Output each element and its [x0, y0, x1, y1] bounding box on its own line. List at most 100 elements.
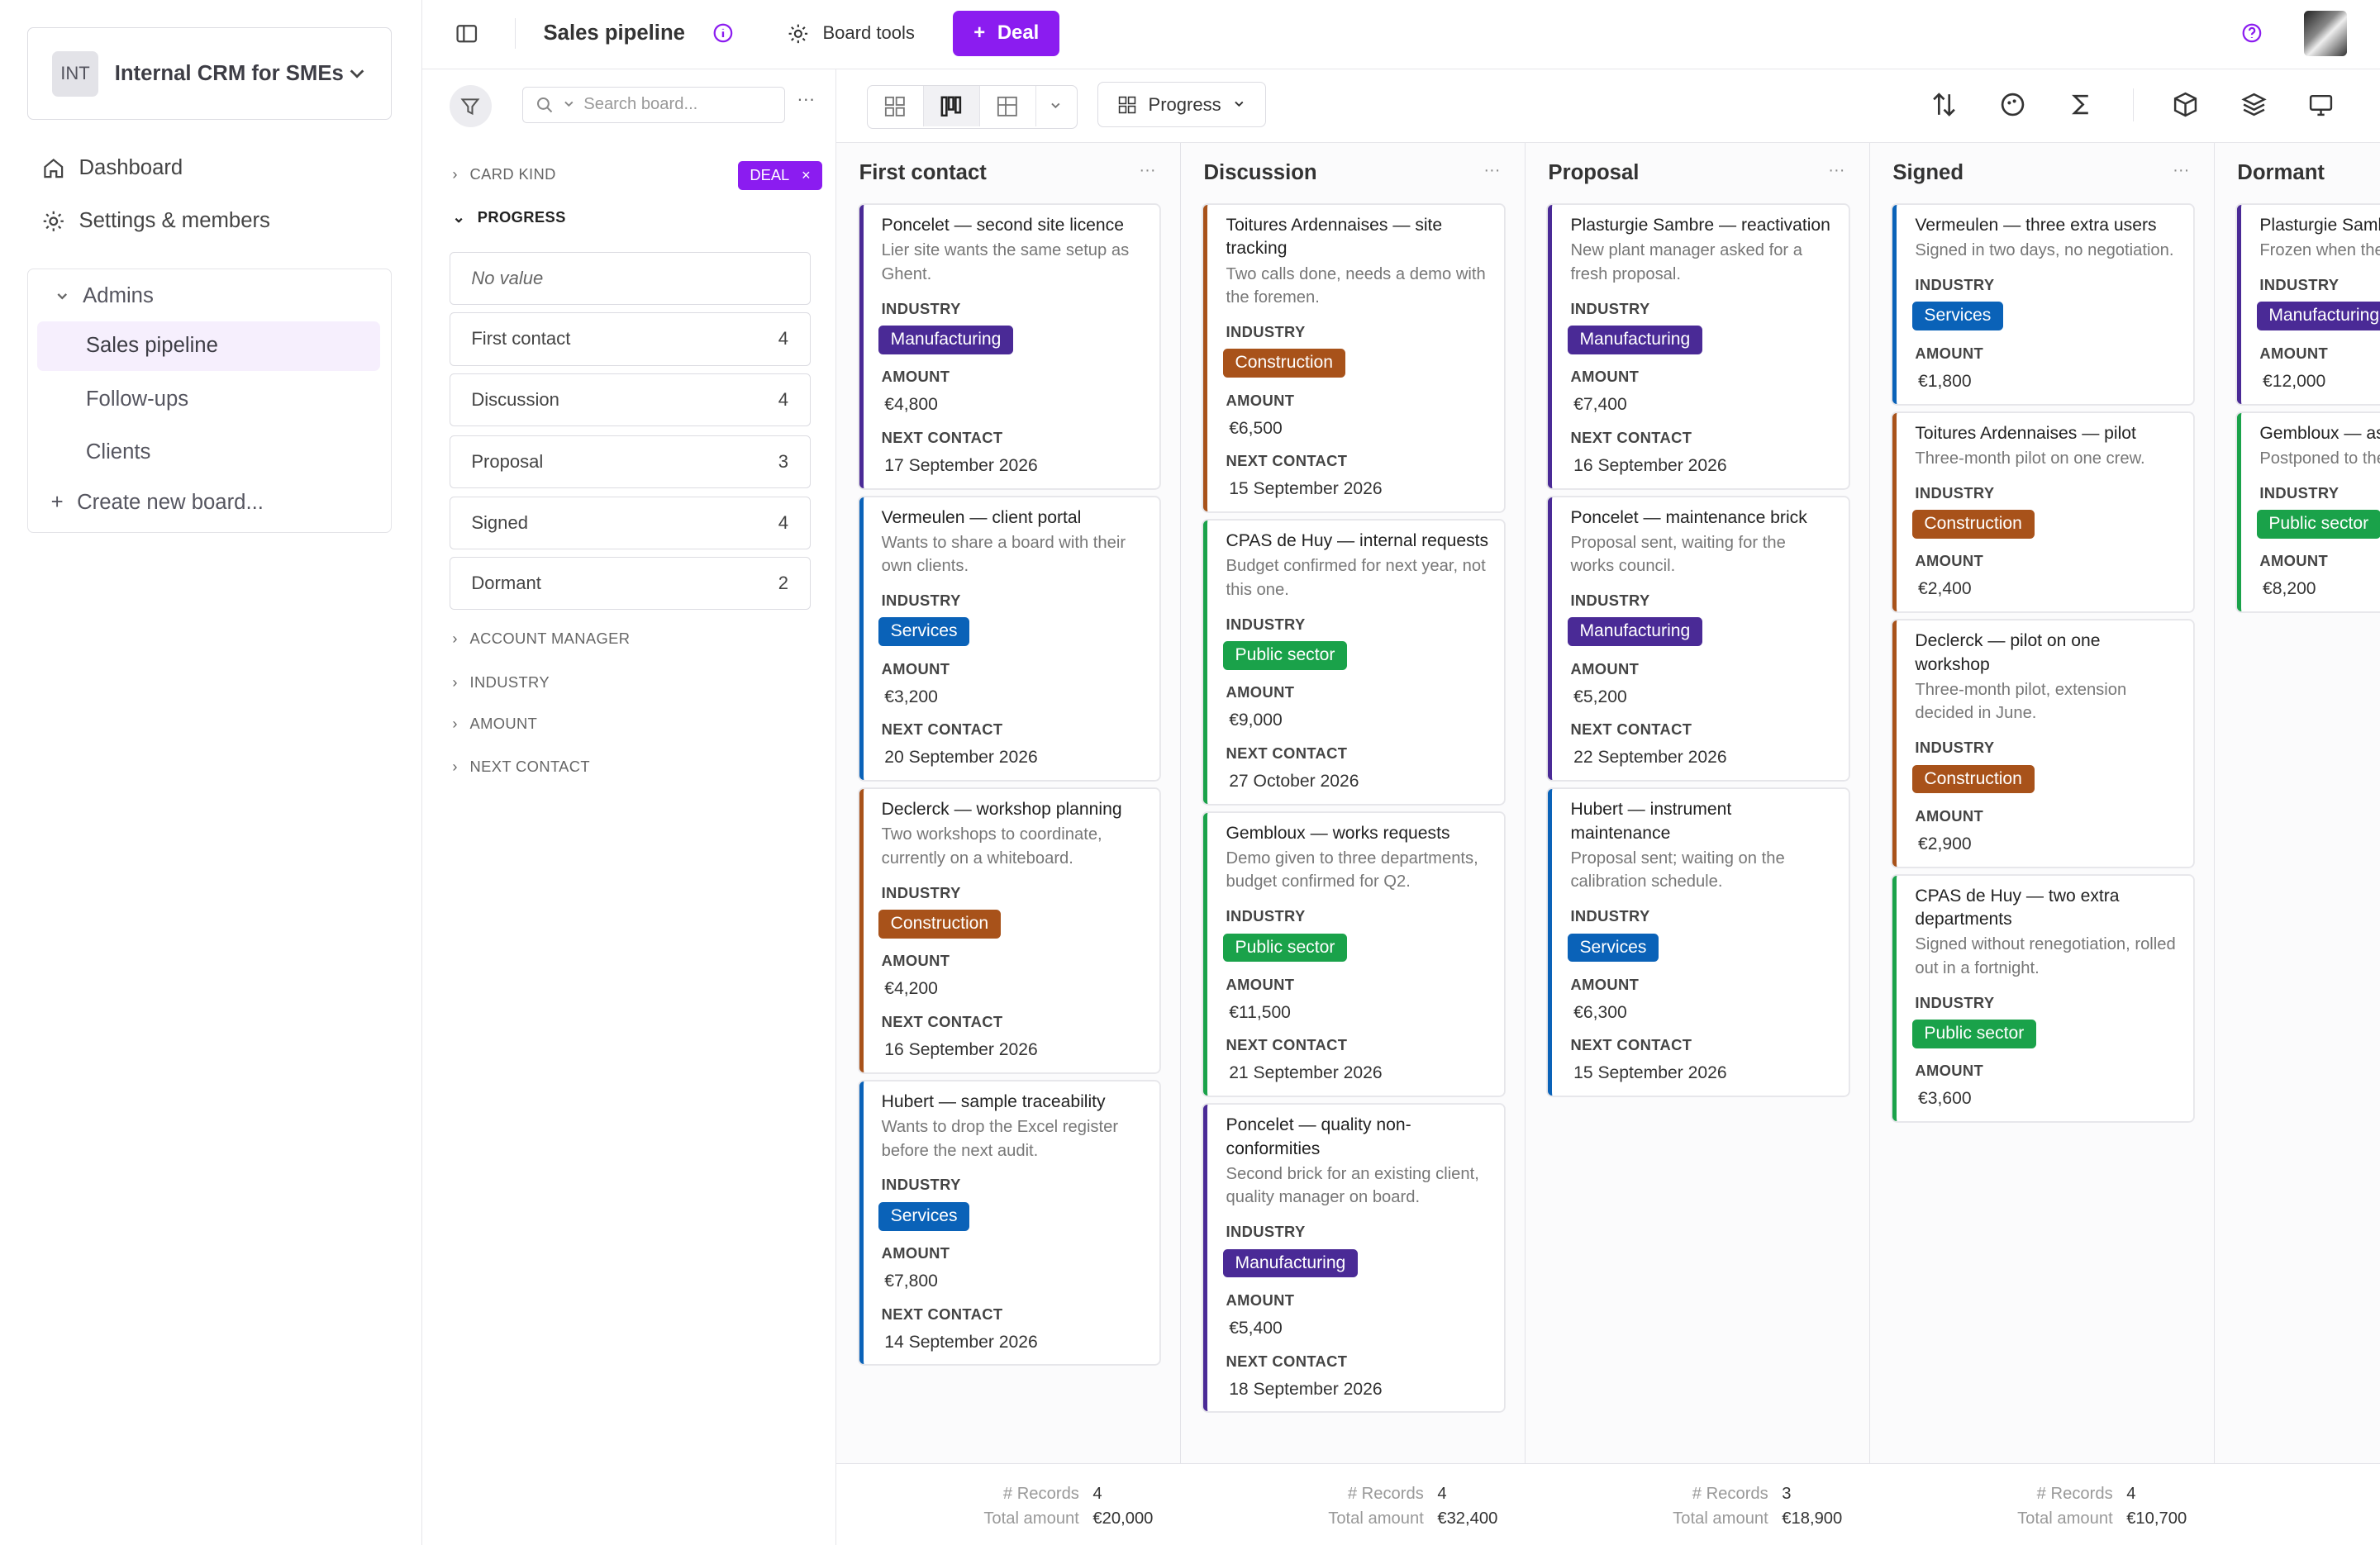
- deal-card[interactable]: Toitures Ardennaises — site tracking Two …: [1203, 204, 1505, 511]
- progress-option-count: 3: [778, 451, 789, 473]
- group-header[interactable]: Admins: [55, 284, 154, 308]
- sort-icon[interactable]: [1930, 91, 1958, 118]
- amount-label: AMOUNT: [1226, 1291, 1295, 1309]
- deal-card[interactable]: Vermeulen — client portal Wants to share …: [859, 497, 1160, 781]
- more-icon[interactable]: ···: [797, 88, 815, 110]
- search-input[interactable]: Search board...: [521, 86, 785, 123]
- grid-view-icon[interactable]: [868, 85, 924, 127]
- card-title: Plasturgie Sambre — reactivation: [1570, 215, 1830, 235]
- chevron-down-icon[interactable]: [1036, 86, 1076, 127]
- workspace-switcher[interactable]: INT Internal CRM for SMEs: [27, 27, 392, 121]
- new-deal-label: Deal: [997, 21, 1040, 45]
- toggle-sidebar-button[interactable]: [455, 0, 478, 67]
- deal-card[interactable]: Hubert — instrument maintenance Proposal …: [1548, 789, 1849, 1096]
- close-icon[interactable]: ×: [802, 166, 811, 184]
- card-title: Declerck — pilot on one workshop: [1915, 631, 2101, 674]
- nav-dashboard[interactable]: Dashboard: [42, 156, 183, 180]
- create-board-button[interactable]: + Create new board...: [51, 491, 264, 515]
- card-description: Wants to drop the Excel register before …: [881, 1118, 1119, 1160]
- filter-account-manager[interactable]: › ACCOUNT MANAGER: [452, 630, 630, 648]
- filter-amount[interactable]: › AMOUNT: [452, 715, 537, 733]
- deal-card[interactable]: CPAS de Huy — internal requests Budget co…: [1203, 521, 1505, 804]
- sidebar-toggle-icon: [456, 24, 478, 42]
- card-description: Proposal sent; waiting on the calibratio…: [1570, 849, 1785, 891]
- progress-option-label: First contact: [471, 328, 571, 349]
- topbar: Sales pipeline Board tools + Deal: [421, 0, 2380, 70]
- deal-card[interactable]: Gembloux — as Postponed to the cycle, con…: [2237, 412, 2380, 612]
- deal-card[interactable]: Gembloux — works requests Demo given to t…: [1203, 812, 1505, 1096]
- box-icon[interactable]: [2172, 91, 2199, 118]
- board-item-follow-ups[interactable]: Follow-ups: [37, 374, 380, 425]
- progress-option[interactable]: Signed 4: [449, 496, 811, 549]
- column-menu-icon[interactable]: ···: [1139, 161, 1155, 180]
- amount-label: AMOUNT: [2259, 344, 2329, 362]
- progress-option[interactable]: Proposal 3: [449, 435, 811, 489]
- filter-progress[interactable]: ⌄ PROGRESS: [452, 208, 565, 226]
- kanban-view-icon[interactable]: [923, 85, 980, 127]
- group-by-select[interactable]: Progress: [1097, 82, 1266, 128]
- filter-industry[interactable]: › INDUSTRY: [452, 673, 550, 692]
- deal-card[interactable]: Hubert — sample traceability Wants to dro…: [859, 1081, 1160, 1365]
- info-icon[interactable]: [713, 0, 733, 67]
- column-menu-icon[interactable]: ···: [1828, 161, 1844, 180]
- board-tools-button[interactable]: Board tools: [788, 0, 915, 67]
- nav-settings[interactable]: Settings & members: [42, 209, 270, 233]
- deal-card[interactable]: Toitures Ardennaises — pilot Three-month …: [1892, 412, 2193, 612]
- industry-label: INDUSTRY: [1226, 1223, 1306, 1241]
- sigma-icon[interactable]: [2068, 91, 2095, 118]
- progress-option[interactable]: Discussion 4: [449, 373, 811, 427]
- progress-option[interactable]: First contact 4: [449, 312, 811, 366]
- card-description: Signed in two days, no negotiation.: [1915, 241, 2174, 260]
- table-view-icon[interactable]: [980, 85, 1036, 127]
- next-contact-label: NEXT CONTACT: [881, 1305, 1003, 1323]
- progress-option[interactable]: No value: [449, 251, 811, 306]
- deal-card[interactable]: Plasturgie Sambre — reactivation New plan…: [1548, 204, 1849, 488]
- avatar[interactable]: [2304, 10, 2347, 56]
- next-contact-value: 15 September 2026: [1229, 479, 1383, 499]
- card-title: CPAS de Huy — two extra departments: [1915, 886, 2120, 929]
- filter-panel: Search board... ··· › CARD KIND DEAL × ⌄…: [422, 69, 836, 1545]
- industry-tag: Manufacturing: [1567, 617, 1702, 647]
- palette-icon[interactable]: [1999, 91, 2026, 118]
- board-item-clients[interactable]: Clients: [37, 427, 380, 478]
- column-title: Signed: [1892, 160, 1964, 184]
- amount-value: €3,200: [884, 687, 938, 706]
- column-menu-icon[interactable]: ···: [1483, 161, 1500, 180]
- industry-tag: Manufacturing: [878, 325, 1014, 354]
- next-contact-label: NEXT CONTACT: [1570, 720, 1692, 739]
- next-contact-value: 16 September 2026: [884, 1040, 1038, 1060]
- total-label: Total amount: [983, 1509, 1079, 1528]
- deal-card[interactable]: Vermeulen — three extra users Signed in t…: [1892, 204, 2193, 404]
- deal-card[interactable]: Poncelet — maintenance brick Proposal sen…: [1548, 497, 1849, 781]
- industry-tag: Services: [1567, 933, 1659, 963]
- deal-card[interactable]: Poncelet — second site licence Lier site …: [859, 204, 1160, 488]
- monitor-icon[interactable]: [2307, 91, 2335, 118]
- industry-label: INDUSTRY: [1915, 276, 1995, 294]
- help-icon[interactable]: [2242, 0, 2262, 67]
- column-menu-icon[interactable]: ···: [2173, 161, 2189, 180]
- page-title: Sales pipeline: [543, 21, 685, 45]
- new-deal-button[interactable]: + Deal: [953, 10, 1059, 56]
- progress-option[interactable]: Dormant 2: [449, 557, 811, 611]
- filter-next-contact[interactable]: › NEXT CONTACT: [452, 758, 590, 776]
- layers-icon[interactable]: [2240, 91, 2268, 118]
- board-item-sales-pipeline[interactable]: Sales pipeline: [37, 321, 381, 372]
- workspace-badge: INT: [52, 50, 98, 97]
- deal-card[interactable]: Poncelet — quality non-conformities Secon…: [1203, 1105, 1505, 1412]
- amount-label: AMOUNT: [2259, 552, 2329, 570]
- deal-card[interactable]: Declerck — workshop planning Two workshop…: [859, 789, 1160, 1072]
- search-icon: [537, 97, 553, 112]
- amount-value: €3,600: [1918, 1089, 1972, 1109]
- filter-button[interactable]: [449, 84, 493, 128]
- deal-card[interactable]: CPAS de Huy — two extra departments Signe…: [1892, 875, 2193, 1122]
- filter-card-kind[interactable]: › CARD KIND: [452, 165, 555, 183]
- card-kind-tag[interactable]: DEAL ×: [737, 160, 823, 190]
- industry-tag: Public sector: [2256, 510, 2380, 539]
- amount-label: AMOUNT: [1226, 391, 1295, 409]
- card-title: Gembloux — works requests: [1226, 823, 1450, 843]
- deal-card[interactable]: Plasturgie Sambre — project Frozen when t…: [2237, 204, 2380, 404]
- total-label: Total amount: [2017, 1509, 2113, 1528]
- deal-card[interactable]: Declerck — pilot on one workshop Three-mo…: [1892, 620, 2193, 867]
- card-description: Postponed to the cycle, contact ke: [2259, 449, 2380, 468]
- next-contact-value: 16 September 2026: [1573, 455, 1727, 475]
